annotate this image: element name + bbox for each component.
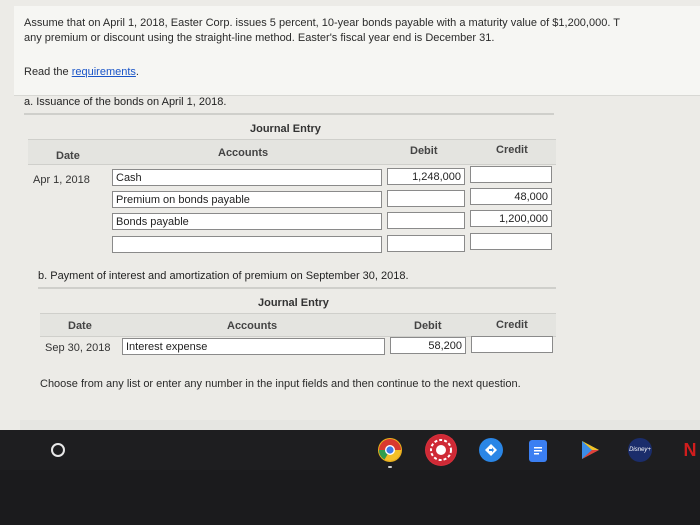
part-b-accounts-header: Accounts [227, 320, 278, 332]
part-a-header-band [28, 139, 556, 165]
instruction-text: Choose from any list or enter any number… [40, 378, 521, 390]
part-a-journal-title: Journal Entry [250, 123, 321, 135]
part-a-credit-field-1[interactable] [470, 166, 552, 183]
docs-icon[interactable] [529, 440, 547, 462]
netflix-label: N [683, 439, 697, 460]
read-prefix: Read the [24, 66, 72, 78]
part-b-account-field-1[interactable]: Interest expense [122, 338, 385, 355]
play-icon[interactable] [578, 438, 602, 462]
webex-icon[interactable] [425, 434, 457, 466]
chrome-running-indicator [388, 466, 392, 468]
netflix-icon[interactable]: N [680, 438, 700, 462]
part-a-account-field-1[interactable]: Cash [112, 169, 382, 186]
part-b-credit-field-1[interactable] [471, 336, 553, 353]
read-requirements: Read the requirements. [24, 66, 139, 78]
launcher-icon[interactable] [51, 443, 65, 457]
part-b-debit-header: Debit [414, 320, 442, 332]
part-b-rule [38, 287, 556, 289]
part-a-debit-field-2[interactable] [387, 190, 465, 207]
part-a-account-field-2[interactable]: Premium on bonds payable [112, 191, 382, 208]
browser-content: Assume that on April 1, 2018, Easter Cor… [0, 0, 700, 430]
part-a-title: a. Issuance of the bonds on April 1, 201… [24, 96, 227, 108]
problem-line-2: any premium or discount using the straig… [24, 32, 495, 44]
disney-label: Disney+ [629, 447, 651, 453]
part-a-debit-field-4[interactable] [387, 235, 465, 252]
part-b-debit-field-1[interactable]: 58,200 [390, 337, 466, 354]
part-a-accounts-header: Accounts [218, 147, 269, 159]
problem-statement: Assume that on April 1, 2018, Easter Cor… [24, 16, 700, 46]
part-a-credit-header: Credit [496, 144, 528, 156]
part-b-date-header: Date [68, 320, 92, 332]
bottom-panel [20, 420, 700, 430]
part-a-credit-field-3[interactable]: 1,200,000 [470, 210, 552, 227]
part-a-rule [24, 113, 554, 115]
part-a-credit-field-4[interactable] [470, 233, 552, 250]
part-a-debit-field-3[interactable] [387, 212, 465, 229]
disney-icon[interactable]: Disney+ [628, 438, 652, 462]
part-a-debit-header: Debit [410, 145, 438, 157]
chrome-icon[interactable] [378, 438, 402, 462]
part-a-debit-field-1[interactable]: 1,248,000 [387, 168, 465, 185]
maps-icon[interactable] [479, 438, 503, 462]
part-a-row-date: Apr 1, 2018 [33, 174, 90, 186]
part-b-credit-header: Credit [496, 319, 528, 331]
part-b-journal-title: Journal Entry [258, 297, 329, 309]
problem-card: Assume that on April 1, 2018, Easter Cor… [14, 6, 700, 96]
read-suffix: . [135, 66, 139, 78]
part-a-credit-field-2[interactable]: 48,000 [470, 188, 552, 205]
part-a-date-header: Date [56, 150, 80, 162]
requirements-link[interactable]: requirements [72, 66, 136, 78]
part-b-header-band [40, 313, 556, 337]
part-a-account-field-3[interactable]: Bonds payable [112, 213, 382, 230]
part-b-title: b. Payment of interest and amortization … [38, 270, 409, 282]
part-a-account-field-4[interactable] [112, 236, 382, 253]
problem-line-1: Assume that on April 1, 2018, Easter Cor… [24, 17, 620, 29]
part-b-row-date: Sep 30, 2018 [45, 342, 111, 354]
